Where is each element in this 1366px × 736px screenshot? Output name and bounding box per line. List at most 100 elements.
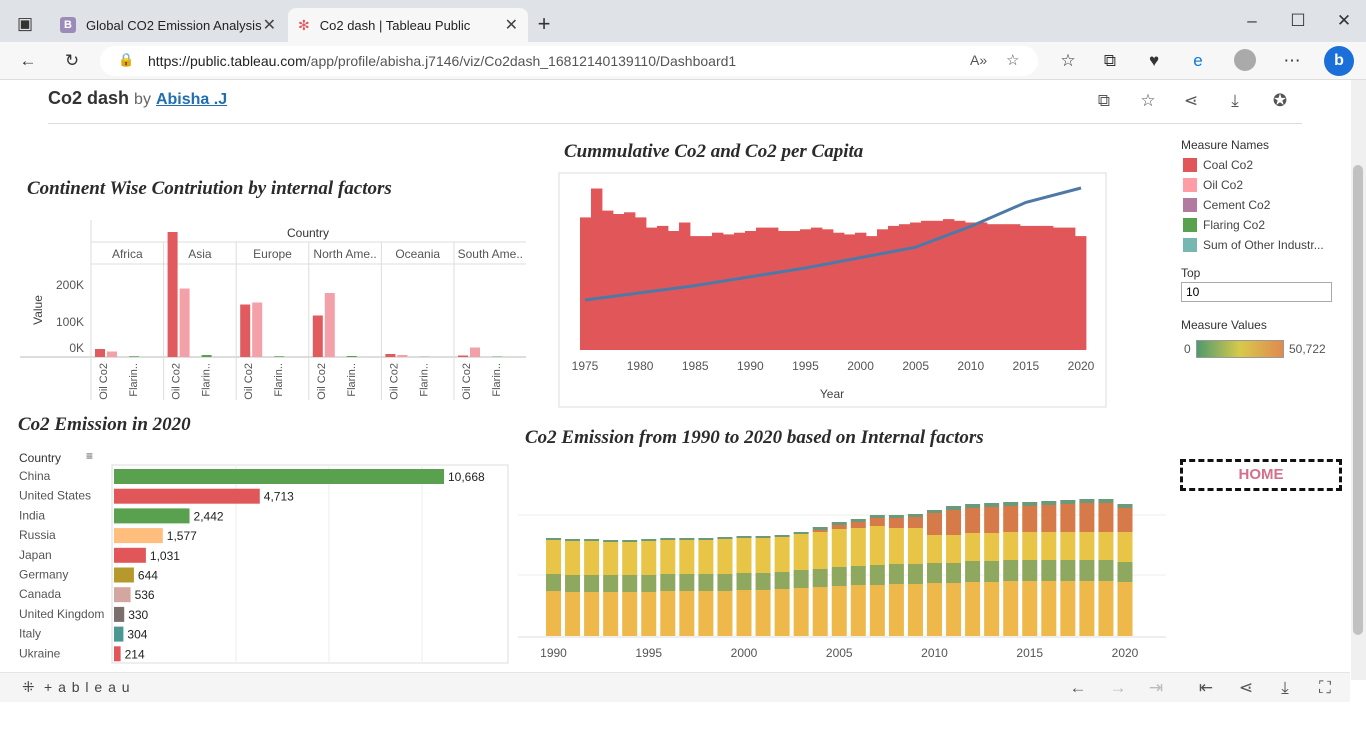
stack-segment — [641, 575, 657, 592]
read-aloud-icon[interactable]: A» — [970, 52, 987, 68]
bar — [1075, 236, 1087, 350]
stack-segment — [869, 526, 885, 565]
reset-icon[interactable]: ⇤ — [1194, 676, 1218, 700]
scrollbar-thumb[interactable] — [1353, 165, 1363, 635]
collections-icon[interactable]: ⧉ — [1098, 49, 1122, 73]
bar — [1020, 225, 1032, 350]
window-close-icon[interactable]: ✕ — [1332, 9, 1356, 33]
legend-item[interactable]: Coal Co2 — [1183, 155, 1343, 175]
x-tick-label: 1975 — [572, 359, 599, 373]
stack-segment — [603, 540, 619, 542]
bar — [240, 304, 251, 357]
tab-actions-icon[interactable]: ▣ — [13, 12, 37, 36]
values-max: 50,722 — [1289, 342, 1326, 356]
close-icon[interactable]: ✕ — [263, 15, 276, 35]
stack-segment — [546, 574, 561, 591]
new-tab-icon[interactable]: + — [532, 12, 556, 36]
bar — [252, 302, 263, 357]
stack-segment — [717, 537, 733, 539]
close-icon[interactable]: ✕ — [505, 15, 518, 35]
minimize-icon[interactable]: – — [1240, 9, 1264, 33]
stack-segment — [698, 538, 714, 540]
bar — [114, 508, 190, 524]
bar — [324, 293, 335, 357]
tab-global-co2[interactable]: B Global CO2 Emission Analysis ✕ — [50, 8, 286, 42]
redo-icon[interactable]: → — [1106, 676, 1130, 700]
bing-icon[interactable]: b — [1324, 46, 1354, 76]
share-icon[interactable]: ⋖ — [1179, 89, 1203, 113]
copy-icon[interactable]: ⧉ — [1092, 89, 1116, 113]
stack-segment — [946, 506, 962, 510]
stack-segment — [736, 590, 752, 636]
cumulative-chart: 1975 1980 1985 1990 1995 2000 2005 2010 2015 2020… — [558, 172, 1107, 408]
sort-icon[interactable]: ≡ — [86, 449, 93, 463]
viz-title: Co2 dash — [48, 88, 130, 108]
stack-segment — [1079, 499, 1095, 503]
stack-segment — [1060, 500, 1076, 504]
favorite-icon[interactable]: ☆ — [1136, 89, 1160, 113]
undo-icon[interactable]: ← — [1066, 676, 1090, 700]
revert-icon[interactable]: ⇥ — [1144, 676, 1168, 700]
stack-segment — [850, 519, 866, 522]
x-tick-label: 1990 — [540, 646, 567, 660]
x-tick-label: 2010 — [921, 646, 948, 660]
bar — [95, 349, 105, 357]
bar — [613, 214, 625, 350]
stack-segment — [546, 538, 561, 540]
top-input[interactable] — [1181, 282, 1332, 302]
stack-segment — [1079, 503, 1095, 532]
back-icon[interactable]: ← — [16, 49, 40, 73]
stack-segment — [1079, 581, 1095, 636]
maximize-icon[interactable]: ☐ — [1286, 9, 1310, 33]
more-icon[interactable]: ⋯ — [1280, 49, 1304, 73]
stack-segment — [622, 540, 638, 542]
legend-label: Flaring Co2 — [1203, 218, 1266, 232]
stack-segment — [603, 592, 619, 636]
stack-segment — [907, 564, 923, 584]
stack-segment — [888, 515, 904, 518]
stack-segment — [736, 538, 752, 573]
tab-co2-dash[interactable]: ✻ Co2 dash | Tableau Public ✕ — [288, 8, 528, 42]
x-tick-label: Oil Co2 — [98, 363, 110, 400]
url-field[interactable]: 🔒 https://public.tableau.com/app/profile… — [100, 46, 1038, 76]
bar — [591, 188, 603, 350]
stack-segment — [1117, 504, 1133, 508]
footer-share-icon[interactable]: ⋖ — [1234, 676, 1258, 700]
home-button[interactable]: HOME — [1180, 459, 1342, 491]
stack-segment — [755, 573, 771, 590]
x-tick-label: 2010 — [957, 359, 984, 373]
award-icon[interactable]: ✪ — [1268, 89, 1292, 113]
favorites-icon[interactable]: ☆ — [1056, 49, 1080, 73]
legend-swatch — [1183, 198, 1197, 212]
legend-item[interactable]: Cement Co2 — [1183, 195, 1343, 215]
bar — [1009, 224, 1021, 350]
legend-item[interactable]: Sum of Other Industr... — [1183, 235, 1343, 255]
footer-download-icon[interactable]: ⤓ — [1273, 676, 1297, 700]
profile-avatar[interactable] — [1234, 49, 1256, 71]
refresh-icon[interactable]: ↻ — [60, 49, 84, 73]
bar — [114, 488, 260, 504]
bar — [734, 232, 746, 350]
edge-icon[interactable]: e — [1186, 49, 1210, 73]
download-icon[interactable]: ⤓ — [1223, 89, 1247, 113]
country-label: United States — [19, 489, 91, 503]
x-tick-label: 2000 — [731, 646, 758, 660]
country-header: Country — [19, 451, 62, 465]
stack-segment — [1041, 501, 1057, 505]
bar — [822, 229, 834, 350]
stack-segment — [698, 540, 714, 574]
bar — [833, 232, 845, 350]
bar — [580, 217, 592, 350]
legend-item[interactable]: Flaring Co2 — [1183, 215, 1343, 235]
tableau-brand[interactable]: + a b l e a u — [44, 679, 131, 695]
bar — [1042, 225, 1054, 350]
y-tick-label: 0K — [69, 341, 84, 355]
favorite-add-icon[interactable]: ☆ — [1006, 51, 1019, 69]
fullscreen-icon[interactable]: ⛶ — [1313, 676, 1337, 700]
author-link[interactable]: Abisha .J — [156, 91, 227, 108]
stack-segment — [679, 538, 695, 540]
stack-segment — [946, 583, 962, 636]
health-icon[interactable]: ♥ — [1142, 49, 1166, 73]
y-tick-label: 100K — [56, 315, 84, 329]
legend-item[interactable]: Oil Co2 — [1183, 175, 1343, 195]
